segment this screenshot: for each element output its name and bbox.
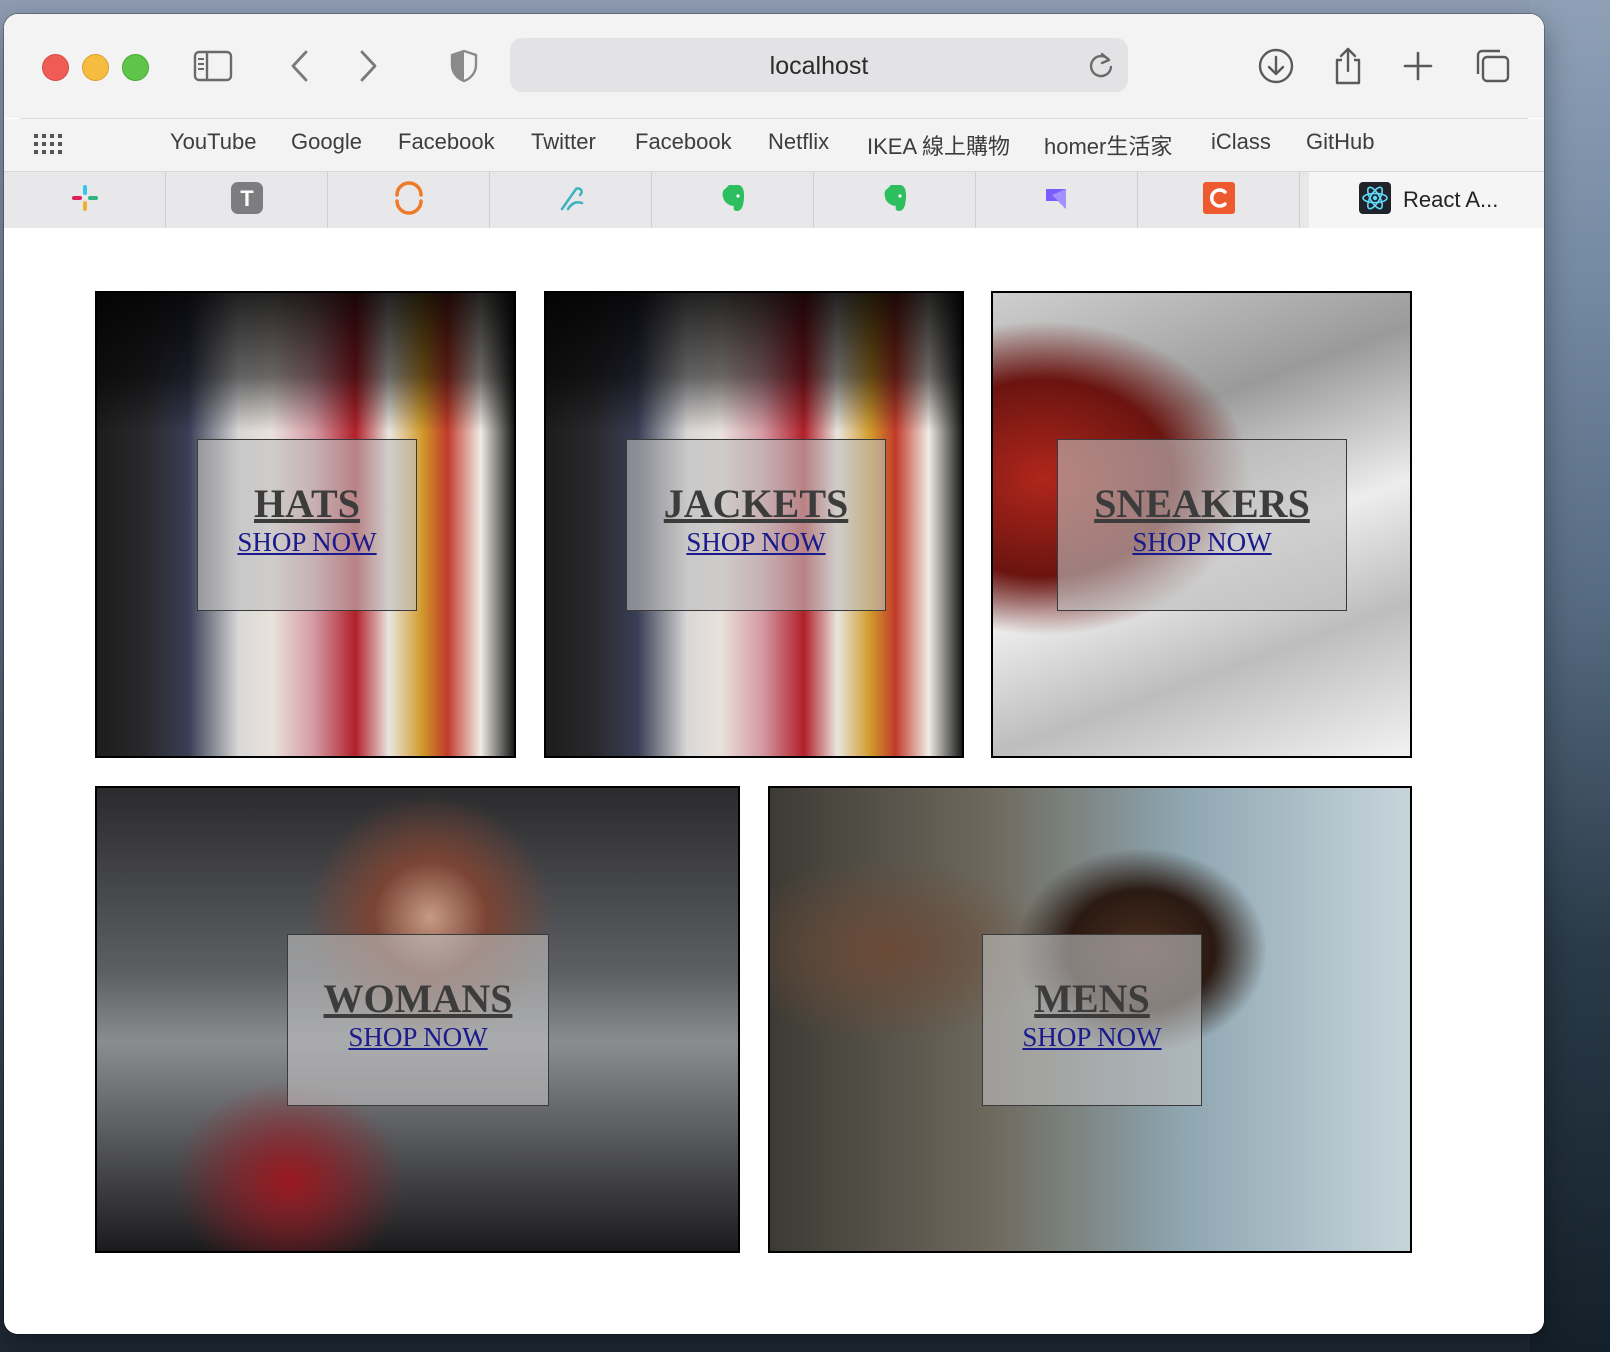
slack-icon <box>68 181 102 220</box>
tab-typora[interactable]: T <box>166 172 328 228</box>
tool-icon <box>554 181 588 220</box>
favorite-facebook-2[interactable]: Facebook <box>635 129 732 155</box>
react-icon <box>1359 181 1391 219</box>
favorite-youtube[interactable]: YouTube <box>170 129 256 155</box>
zoom-window-button[interactable] <box>122 54 149 81</box>
page-content: HATS SHOP NOW JACKETS SHOP NOW SNEAKERS … <box>4 228 1544 1334</box>
address-bar[interactable]: localhost <box>510 38 1128 92</box>
favorite-github[interactable]: GitHub <box>1306 129 1374 155</box>
favorite-homer[interactable]: homer生活家 <box>1044 129 1172 161</box>
favorite-facebook[interactable]: Facebook <box>398 129 495 155</box>
category-title[interactable]: JACKETS <box>627 484 885 524</box>
category-overlay[interactable]: HATS SHOP NOW <box>197 439 417 611</box>
tabs-icon[interactable] <box>1472 44 1512 88</box>
grid-icon[interactable] <box>34 134 62 161</box>
svg-text:T: T <box>240 186 254 211</box>
category-overlay[interactable]: JACKETS SHOP NOW <box>626 439 886 611</box>
tab-tool[interactable] <box>490 172 652 228</box>
favorite-iclass[interactable]: iClass <box>1211 129 1271 155</box>
reload-icon[interactable] <box>1088 51 1114 84</box>
favorite-ikea[interactable]: IKEA 線上購物 <box>867 129 1010 161</box>
category-overlay[interactable]: SNEAKERS SHOP NOW <box>1057 439 1347 611</box>
category-title[interactable]: MENS <box>983 979 1201 1019</box>
favorite-google[interactable]: Google <box>291 129 362 155</box>
shop-now-link[interactable]: SHOP NOW <box>1058 526 1346 558</box>
category-title[interactable]: WOMANS <box>288 979 548 1019</box>
category-tile-sneakers[interactable]: SNEAKERS SHOP NOW <box>991 291 1412 758</box>
typora-t-icon: T <box>230 181 264 220</box>
linear-icon <box>1040 181 1074 220</box>
sidebar-icon[interactable] <box>192 44 234 88</box>
browser-toolbar: localhost <box>4 14 1544 118</box>
shop-now-link[interactable]: SHOP NOW <box>983 1021 1201 1053</box>
category-tile-womans[interactable]: WOMANS SHOP NOW <box>95 786 740 1253</box>
plus-icon[interactable] <box>1400 44 1436 88</box>
category-overlay[interactable]: WOMANS SHOP NOW <box>287 934 549 1106</box>
browser-window: localhost YouTube Google Facebook Twitte… <box>4 14 1544 1334</box>
tab-react-app[interactable]: React A... <box>1309 172 1544 228</box>
close-window-button[interactable] <box>42 54 69 81</box>
chevron-right-icon[interactable] <box>354 44 382 88</box>
evernote-icon <box>878 181 912 220</box>
c-letter-icon <box>1202 181 1236 220</box>
category-tile-mens[interactable]: MENS SHOP NOW <box>768 786 1412 1253</box>
tab-evernote[interactable] <box>652 172 814 228</box>
tab-linear[interactable] <box>976 172 1138 228</box>
chevron-left-icon[interactable] <box>286 44 314 88</box>
url-text: localhost <box>769 52 869 80</box>
minimize-window-button[interactable] <box>82 54 109 81</box>
tab-orange[interactable] <box>328 172 490 228</box>
shop-now-link[interactable]: SHOP NOW <box>288 1021 548 1053</box>
favorites-bar: YouTube Google Facebook Twitter Facebook… <box>4 119 1544 171</box>
shop-now-link[interactable]: SHOP NOW <box>198 526 416 558</box>
tab-evernote-2[interactable] <box>814 172 976 228</box>
category-overlay[interactable]: MENS SHOP NOW <box>982 934 1202 1106</box>
orange-ring-icon <box>392 180 426 220</box>
shield-icon[interactable] <box>448 44 480 88</box>
category-title[interactable]: HATS <box>198 484 416 524</box>
tab-slack[interactable] <box>4 172 166 228</box>
category-title[interactable]: SNEAKERS <box>1058 484 1346 524</box>
active-tab-label: React A... <box>1403 187 1499 212</box>
category-tile-jackets[interactable]: JACKETS SHOP NOW <box>544 291 964 758</box>
evernote-icon <box>716 181 750 220</box>
category-tile-hats[interactable]: HATS SHOP NOW <box>95 291 516 758</box>
favorite-twitter[interactable]: Twitter <box>531 129 596 155</box>
download-icon[interactable] <box>1256 44 1296 88</box>
tab-bar: T React A... <box>4 171 1544 229</box>
shop-now-link[interactable]: SHOP NOW <box>627 526 885 558</box>
tab-c[interactable] <box>1138 172 1300 228</box>
share-icon[interactable] <box>1328 44 1368 88</box>
favorite-netflix[interactable]: Netflix <box>768 129 829 155</box>
